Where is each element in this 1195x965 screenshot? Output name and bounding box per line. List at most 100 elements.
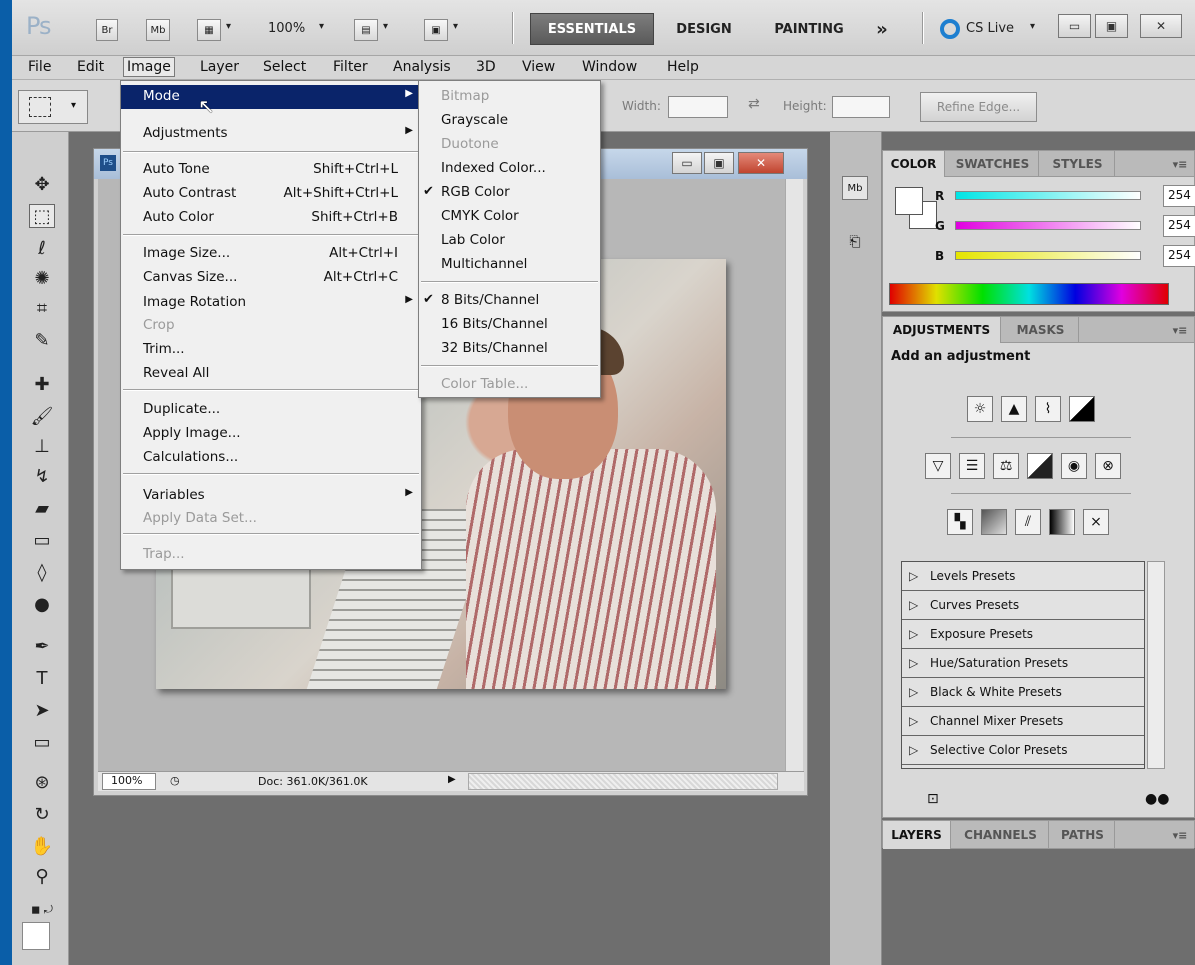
- pen-tool-icon[interactable]: ✒: [29, 634, 55, 658]
- tool-preset-picker[interactable]: ▾: [18, 90, 88, 124]
- gradient-tool-icon[interactable]: ▭: [29, 528, 55, 552]
- cs-live-dropdown-icon[interactable]: ▾: [1030, 21, 1035, 32]
- hue-saturation-icon[interactable]: ☰: [959, 453, 985, 479]
- maximize-icon[interactable]: ▣: [1095, 14, 1128, 38]
- green-slider-bar[interactable]: [955, 221, 1141, 230]
- menu-item-trim[interactable]: Trim...: [121, 338, 421, 362]
- tab-masks[interactable]: MASKS: [1003, 317, 1079, 343]
- cs-live-icon[interactable]: [940, 19, 960, 39]
- selective-color-icon[interactable]: ⨯: [1083, 509, 1109, 535]
- blue-value-input[interactable]: 254: [1163, 245, 1195, 267]
- clip-to-layer-icon[interactable]: ●●: [1145, 791, 1169, 807]
- menu-help[interactable]: Help: [667, 59, 699, 75]
- quick-selection-tool-icon[interactable]: ✺: [29, 266, 55, 290]
- menu-select[interactable]: Select: [263, 59, 306, 75]
- vibrance-icon[interactable]: ▽: [925, 453, 951, 479]
- preset-selective-color[interactable]: ▷ Selective Color Presets: [902, 736, 1144, 765]
- marquee-tool-icon[interactable]: ⬚: [29, 204, 55, 228]
- blue-slider-bar[interactable]: [955, 251, 1141, 260]
- menu-item-rgb-color[interactable]: ✔ RGB Color: [419, 181, 600, 205]
- extras-icon[interactable]: ▦: [197, 19, 221, 41]
- menu-item-image-size[interactable]: Image Size... Alt+Ctrl+I: [121, 242, 421, 266]
- minimize-icon[interactable]: ▭: [1058, 14, 1091, 38]
- fg-color-chip[interactable]: [895, 187, 923, 215]
- menu-item-auto-tone[interactable]: Auto Tone Shift+Ctrl+L: [121, 158, 421, 182]
- preset-hue-saturation[interactable]: ▷ Hue/Saturation Presets: [902, 649, 1144, 678]
- doc-maximize-icon[interactable]: ▣: [704, 152, 734, 174]
- menu-item-cmyk-color[interactable]: CMYK Color: [419, 205, 600, 229]
- width-input[interactable]: [668, 96, 728, 118]
- screen-mode-dropdown-icon[interactable]: ▾: [453, 21, 458, 32]
- panel-menu-icon[interactable]: ▾≡: [1169, 151, 1191, 177]
- menu-item-calculations[interactable]: Calculations...: [121, 446, 421, 470]
- preset-levels[interactable]: ▷ Levels Presets: [902, 562, 1144, 591]
- extras-dropdown-icon[interactable]: ▾: [226, 21, 231, 32]
- menu-item-auto-contrast[interactable]: Auto Contrast Alt+Shift+Ctrl+L: [121, 182, 421, 206]
- tab-adjustments[interactable]: ADJUSTMENTS: [883, 317, 1001, 343]
- eyedropper-tool-icon[interactable]: ✎: [29, 328, 55, 352]
- menu-item-image-rotation[interactable]: Image Rotation ▶: [121, 291, 421, 315]
- brightness-contrast-icon[interactable]: ☼: [967, 396, 993, 422]
- preset-curves[interactable]: ▷ Curves Presets: [902, 591, 1144, 620]
- swap-icon[interactable]: ⇄: [748, 96, 760, 112]
- photo-filter-icon[interactable]: ◉: [1061, 453, 1087, 479]
- doc-close-icon[interactable]: ✕: [738, 152, 784, 174]
- screen-mode-icon[interactable]: ▣: [424, 19, 448, 41]
- color-balance-icon[interactable]: ⚖: [993, 453, 1019, 479]
- menu-item-8-bits[interactable]: ✔ 8 Bits/Channel: [419, 289, 600, 313]
- zoom-level-dropdown[interactable]: 100%: [268, 21, 305, 36]
- menu-layer[interactable]: Layer: [200, 59, 239, 75]
- healing-brush-tool-icon[interactable]: ✚: [29, 372, 55, 396]
- tab-color[interactable]: COLOR: [883, 151, 945, 177]
- tab-layers[interactable]: LAYERS: [883, 821, 951, 849]
- 3d-orbit-tool-icon[interactable]: ↻: [29, 802, 55, 826]
- 3d-rotate-tool-icon[interactable]: ⊛: [29, 770, 55, 794]
- crop-tool-icon[interactable]: ⌗: [29, 296, 55, 320]
- return-to-list-icon[interactable]: ⊡: [927, 791, 939, 807]
- curves-icon[interactable]: ⌇: [1035, 396, 1061, 422]
- mini-bridge-panel-icon[interactable]: Mb: [842, 176, 868, 200]
- workspace-essentials[interactable]: ESSENTIALS: [530, 13, 654, 45]
- red-slider[interactable]: R 254: [935, 185, 1195, 207]
- status-menu-arrow-icon[interactable]: ▶: [448, 774, 456, 785]
- tab-styles[interactable]: STYLES: [1041, 151, 1115, 177]
- menu-file[interactable]: File: [28, 59, 51, 75]
- panel-menu-icon[interactable]: ▾≡: [1169, 317, 1191, 343]
- menu-filter[interactable]: Filter: [333, 59, 368, 75]
- history-panel-icon[interactable]: ⎗: [842, 230, 868, 254]
- menu-3d[interactable]: 3D: [476, 59, 496, 75]
- exposure-icon[interactable]: [1069, 396, 1095, 422]
- height-input[interactable]: [832, 96, 890, 118]
- tab-channels[interactable]: CHANNELS: [953, 821, 1049, 849]
- menu-analysis[interactable]: Analysis: [393, 59, 451, 75]
- menu-view[interactable]: View: [522, 59, 555, 75]
- shape-tool-icon[interactable]: ▭: [29, 730, 55, 754]
- menu-item-multichannel[interactable]: Multichannel: [419, 253, 600, 277]
- posterize-icon[interactable]: [981, 509, 1007, 535]
- green-value-input[interactable]: 254: [1163, 215, 1195, 237]
- close-icon[interactable]: ✕: [1140, 14, 1182, 38]
- menu-item-adjustments[interactable]: Adjustments ▶: [121, 122, 421, 146]
- threshold-icon[interactable]: ⫽: [1015, 509, 1041, 535]
- presets-scrollbar[interactable]: [1147, 561, 1165, 769]
- arrange-dropdown-icon[interactable]: ▾: [383, 21, 388, 32]
- brush-tool-icon[interactable]: 🖌: [29, 404, 55, 428]
- red-value-input[interactable]: 254: [1163, 185, 1195, 207]
- zoom-tool-icon[interactable]: ⚲: [29, 864, 55, 888]
- menu-item-reveal-all[interactable]: Reveal All: [121, 362, 421, 386]
- preset-black-white[interactable]: ▷ Black & White Presets: [902, 678, 1144, 707]
- menu-item-lab-color[interactable]: Lab Color: [419, 229, 600, 253]
- hand-tool-icon[interactable]: ✋: [29, 834, 55, 858]
- mini-bridge-button[interactable]: Mb: [146, 19, 170, 41]
- tab-paths[interactable]: PATHS: [1051, 821, 1115, 849]
- menu-item-indexed-color[interactable]: Indexed Color...: [419, 157, 600, 181]
- gradient-map-icon[interactable]: [1049, 509, 1075, 535]
- zoom-dropdown-icon[interactable]: ▾: [319, 21, 324, 32]
- arrange-documents-icon[interactable]: ▤: [354, 19, 378, 41]
- clone-stamp-tool-icon[interactable]: ⊥: [29, 434, 55, 458]
- preset-channel-mixer[interactable]: ▷ Channel Mixer Presets: [902, 707, 1144, 736]
- menu-item-32-bits[interactable]: 32 Bits/Channel: [419, 337, 600, 361]
- menu-edit[interactable]: Edit: [77, 59, 104, 75]
- red-slider-bar[interactable]: [955, 191, 1141, 200]
- menu-image[interactable]: Image: [123, 57, 175, 77]
